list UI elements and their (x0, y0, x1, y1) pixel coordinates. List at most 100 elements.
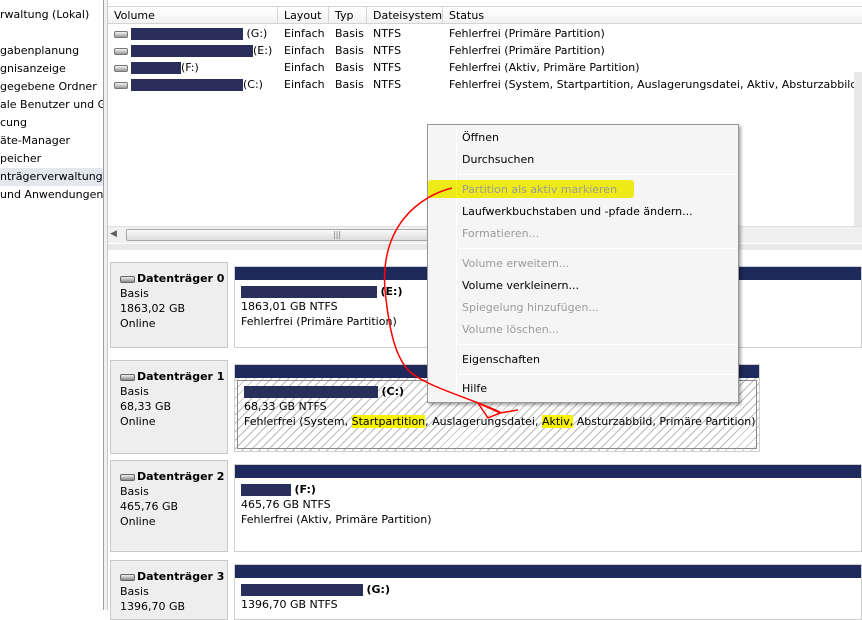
menu-item-hilfe[interactable]: Hilfe (462, 380, 487, 398)
partition-bar (235, 565, 861, 578)
status-cell: Fehlerfrei (Aktiv, Primäre Partition) (449, 61, 640, 74)
disk-state: Online (120, 415, 156, 428)
redacted-name (241, 484, 291, 496)
disk-name: Datenträger 0 (137, 272, 225, 285)
menu-item-volume-verkleinern[interactable]: Volume verkleinern... (462, 277, 579, 295)
tree-item-leistung[interactable]: cung (0, 114, 27, 132)
menu-item-oeffnen[interactable]: Öffnen (462, 129, 499, 147)
menu-item-spiegelung-hinzufuegen[interactable]: Spiegelung hinzufügen... (462, 299, 599, 317)
menu-item-laufwerkbuchstaben-aendern[interactable]: Laufwerkbuchstaben und -pfade ändern... (462, 203, 693, 221)
tree-item-aufgabenplanung[interactable]: gabenplanung (0, 42, 79, 60)
tree-item-ereignisanzeige[interactable]: gnisanzeige (0, 60, 66, 78)
menu-item-volume-erweitern[interactable]: Volume erweitern... (462, 255, 569, 273)
disk-label[interactable]: Datenträger 3 Basis 1396,70 GB (110, 560, 228, 620)
disk-state: Online (120, 515, 156, 528)
volume-icon (114, 81, 128, 89)
redacted-name (244, 386, 378, 398)
partition-status: Fehlerfrei (System, Startpartition, Ausl… (244, 415, 756, 428)
volume-letter: (E:) (253, 44, 273, 57)
highlight-aktiv: Aktiv, (541, 415, 574, 428)
disk-size: 68,33 GB (120, 400, 172, 413)
tree-item-freigegebene-ordner[interactable]: gegebene Ordner (0, 78, 97, 96)
column-dateisystem[interactable]: Dateisystem (367, 7, 443, 24)
fs-cell: NTFS (373, 78, 402, 91)
partition-size: 465,76 GB NTFS (241, 498, 331, 511)
menu-gutter (456, 127, 457, 400)
disk-row: Datenträger 3 Basis 1396,70 GB (G:) 1396… (108, 560, 862, 620)
volume-icon (114, 47, 128, 55)
tree-item-geraete-manager[interactable]: äte-Manager (0, 132, 70, 150)
disk-type: Basis (120, 385, 149, 398)
redacted-name (131, 79, 243, 91)
disk-name: Datenträger 2 (137, 470, 225, 483)
disk-label[interactable]: Datenträger 0 Basis 1863,02 GB Online (110, 262, 228, 348)
table-row[interactable]: (G:) Einfach Basis NTFS Fehlerfrei (Prim… (108, 25, 862, 42)
partition-bar (235, 465, 861, 478)
typ-cell: Basis (335, 61, 364, 74)
table-row[interactable]: (E:) Einfach Basis NTFS Fehlerfrei (Prim… (108, 42, 862, 59)
disk-icon (120, 473, 135, 481)
redacted-name (131, 28, 243, 40)
disk-type: Basis (120, 287, 149, 300)
tree-item-dienste-und-anwendungen[interactable]: und Anwendungen (0, 186, 103, 204)
redacted-name (241, 584, 363, 596)
tree-item-datentraegerverwaltung[interactable]: nträgerverwaltung (0, 168, 103, 186)
redacted-name (131, 45, 253, 57)
menu-item-formatieren[interactable]: Formatieren... (462, 225, 539, 243)
status-cell: Fehlerfrei (Primäre Partition) (449, 27, 605, 40)
table-row[interactable]: (C:) Einfach Basis NTFS Fehlerfrei (Syst… (108, 76, 862, 93)
volume-letter: (G:) (246, 27, 268, 40)
partition-letter: (F:) (294, 483, 316, 496)
volume-letter: (C:) (243, 78, 263, 91)
disk-row: Datenträger 2 Basis 465,76 GB Online (F:… (108, 460, 862, 552)
tree-item-lokale-benutzer[interactable]: ale Benutzer und Gru (0, 96, 103, 114)
disk-icon (120, 373, 135, 381)
redacted-name (131, 62, 181, 74)
navigation-tree: rwaltung (Lokal) gabenplanung gnisanzeig… (0, 0, 104, 610)
layout-cell: Einfach (284, 27, 325, 40)
disk-name: Datenträger 3 (137, 570, 225, 583)
disk-state: Online (120, 317, 156, 330)
vertical-scrollbar[interactable] (854, 72, 862, 242)
menu-separator (458, 344, 735, 345)
fs-cell: NTFS (373, 61, 402, 74)
column-typ[interactable]: Typ (329, 7, 367, 24)
menu-item-durchsuchen[interactable]: Durchsuchen (462, 151, 534, 169)
partition-letter: (E:) (380, 285, 403, 298)
volume-icon (114, 30, 128, 38)
tree-item-computerverwaltung[interactable]: rwaltung (Lokal) (0, 6, 89, 24)
column-layout[interactable]: Layout (278, 7, 329, 24)
disk-size: 1863,02 GB (120, 302, 186, 315)
disk-size: 1396,70 GB (120, 600, 186, 613)
column-header: Volume Layout Typ Dateisystem Status (108, 6, 862, 24)
volume-icon (114, 64, 128, 72)
partition-letter: (C:) (381, 385, 405, 398)
column-status[interactable]: Status (443, 7, 862, 24)
partition-g[interactable]: (G:) 1396,70 GB NTFS (234, 564, 862, 620)
volume-letter: (F:) (181, 61, 199, 74)
partition-f[interactable]: (F:) 465,76 GB NTFS Fehlerfrei (Aktiv, P… (234, 464, 862, 552)
menu-separator (458, 374, 735, 375)
menu-item-partition-aktiv-markieren[interactable]: Partition als aktiv markieren (462, 181, 617, 199)
disk-size: 465,76 GB (120, 500, 179, 513)
disk-name: Datenträger 1 (137, 370, 225, 383)
disk-label[interactable]: Datenträger 1 Basis 68,33 GB Online (110, 360, 228, 454)
scroll-left-icon[interactable]: ◀ (110, 229, 117, 239)
layout-cell: Einfach (284, 61, 325, 74)
layout-cell: Einfach (284, 44, 325, 57)
highlight-startpartition: Startpartition (351, 415, 426, 428)
menu-item-eigenschaften[interactable]: Eigenschaften (462, 351, 540, 369)
tree-item-datenspeicher[interactable]: peicher (0, 150, 41, 168)
disk-type: Basis (120, 485, 149, 498)
disk-type: Basis (120, 585, 149, 598)
context-menu: Öffnen Durchsuchen Partition als aktiv m… (427, 124, 739, 403)
disk-label[interactable]: Datenträger 2 Basis 465,76 GB Online (110, 460, 228, 552)
fs-cell: NTFS (373, 44, 402, 57)
table-row[interactable]: (F:) Einfach Basis NTFS Fehlerfrei (Akti… (108, 59, 862, 76)
grip-icon: ||| (333, 230, 342, 239)
disk-icon (120, 573, 135, 581)
menu-item-volume-loeschen[interactable]: Volume löschen... (462, 321, 559, 339)
typ-cell: Basis (335, 44, 364, 57)
column-volume[interactable]: Volume (108, 7, 278, 24)
partition-status: Fehlerfrei (Aktiv, Primäre Partition) (241, 513, 432, 526)
